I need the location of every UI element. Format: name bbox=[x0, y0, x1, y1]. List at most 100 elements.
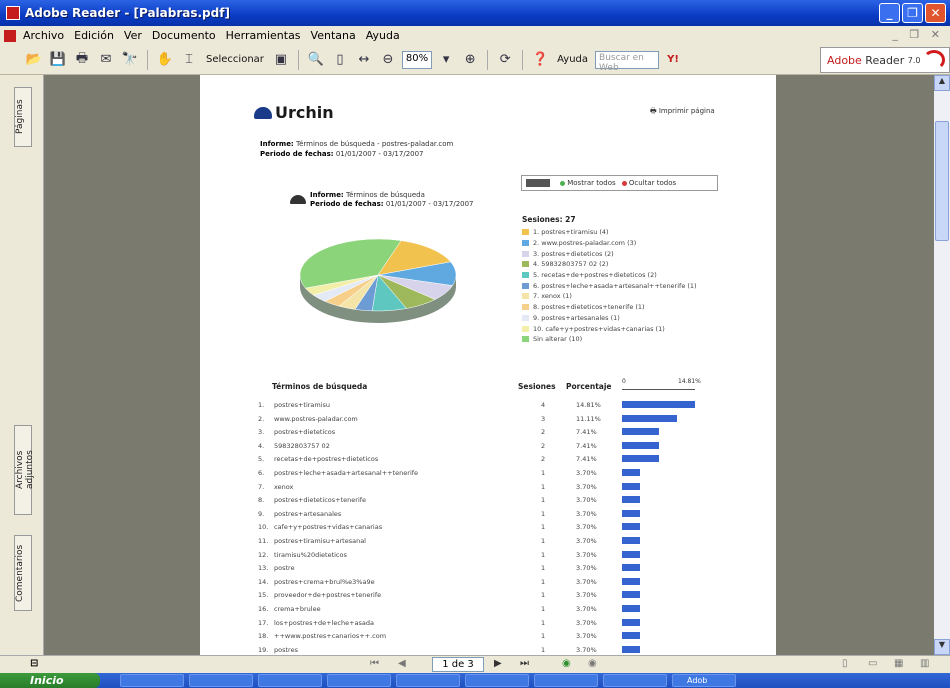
term-cell[interactable]: postres+artesanales bbox=[274, 510, 341, 518]
adobe-reader-icon bbox=[6, 6, 20, 20]
help-label[interactable]: Ayuda bbox=[554, 54, 591, 65]
term-cell[interactable]: cafe+y+postres+vidas+canarias bbox=[274, 523, 382, 531]
tab-archivos-adjuntos[interactable]: Archivos adjuntos bbox=[14, 425, 35, 515]
page-indicator[interactable]: 1 de 3 bbox=[432, 657, 484, 672]
taskbar-task[interactable] bbox=[534, 674, 598, 687]
go-forward-icon[interactable]: ◉ bbox=[588, 658, 597, 669]
scroll-up-arrow-icon[interactable]: ▲ bbox=[934, 75, 950, 91]
term-cell[interactable]: xenox bbox=[274, 483, 293, 491]
print-page-link[interactable]: 🖶 Imprimir página bbox=[650, 107, 715, 118]
yahoo-icon[interactable]: Y! bbox=[663, 50, 683, 70]
chart-toggle-switch[interactable] bbox=[526, 179, 550, 187]
term-cell[interactable]: www.postres-paladar.com bbox=[274, 415, 358, 423]
snapshot-icon[interactable]: ▣ bbox=[271, 50, 291, 70]
menu-ayuda[interactable]: Ayuda bbox=[361, 29, 405, 42]
tab-comentarios[interactable]: Comentarios bbox=[14, 535, 32, 611]
term-cell[interactable]: ++www.postres+canarios++.com bbox=[274, 632, 386, 640]
menu-documento[interactable]: Documento bbox=[147, 29, 221, 42]
taskbar-task[interactable] bbox=[603, 674, 667, 687]
open-icon[interactable]: 📂 bbox=[24, 50, 44, 70]
menu-ver[interactable]: Ver bbox=[119, 29, 147, 42]
facing-view-icon[interactable]: ▦ bbox=[894, 658, 903, 669]
show-all-link[interactable]: Mostrar todos bbox=[567, 179, 615, 187]
zoom-field[interactable]: 80% bbox=[401, 50, 433, 69]
row-index: 3. bbox=[258, 428, 265, 437]
continuous-view-icon[interactable]: ▭ bbox=[868, 658, 877, 669]
start-button[interactable]: Inicio bbox=[0, 673, 100, 688]
term-cell[interactable]: postres+dieteticos bbox=[274, 428, 335, 436]
search-web-field[interactable]: Buscar en Web bbox=[595, 50, 660, 73]
menu-herramientas[interactable]: Herramientas bbox=[221, 29, 306, 42]
print-icon[interactable]: 🖶 bbox=[72, 50, 92, 70]
percent-cell: 3.70% bbox=[576, 591, 597, 600]
select-tool-label[interactable]: Seleccionar bbox=[203, 54, 267, 65]
taskbar-task[interactable] bbox=[327, 674, 391, 687]
find-icon[interactable]: 🔭 bbox=[120, 50, 140, 70]
zoom-dropdown-icon[interactable]: ▾ bbox=[436, 50, 456, 70]
menu-archivo[interactable]: Archivo bbox=[18, 29, 69, 42]
rotate-icon[interactable]: ⟳ bbox=[495, 50, 515, 70]
zoom-out-icon[interactable]: ⊖ bbox=[378, 50, 398, 70]
actual-size-icon[interactable]: ▯ bbox=[330, 50, 350, 70]
hand-tool-icon[interactable]: ✋ bbox=[155, 50, 175, 70]
sessions-cell: 1 bbox=[541, 632, 546, 641]
continuous-facing-view-icon[interactable]: ▥ bbox=[920, 658, 929, 669]
term-cell[interactable]: tiramisu%20dieteticos bbox=[274, 551, 347, 559]
legend-label: Sin alterar (10) bbox=[533, 335, 583, 344]
fit-width-icon[interactable]: ↔ bbox=[354, 50, 374, 70]
help-icon[interactable]: ❓ bbox=[530, 50, 550, 70]
minimize-button[interactable]: _ bbox=[879, 3, 900, 23]
term-cell[interactable]: postres+crema+brul%e3%a9e bbox=[274, 578, 375, 586]
hide-all-link[interactable]: Ocultar todos bbox=[629, 179, 676, 187]
go-back-icon[interactable]: ◉ bbox=[562, 658, 571, 669]
taskbar-task[interactable] bbox=[258, 674, 322, 687]
previous-page-icon[interactable]: ◀ bbox=[398, 658, 406, 669]
zoom-tool-icon[interactable]: 🔍 bbox=[306, 50, 326, 70]
document-area[interactable]: Urchin 🖶 Imprimir página Informe: Términ… bbox=[44, 75, 934, 655]
taskbar: Inicio Adob bbox=[0, 673, 950, 688]
term-cell[interactable]: postres+leche+asada+artesanal++tenerife bbox=[274, 469, 418, 477]
term-cell[interactable]: crema+brulee bbox=[274, 605, 321, 613]
term-cell[interactable]: los+postres+de+leche+asada bbox=[274, 619, 374, 627]
tab-paginas[interactable]: Páginas bbox=[14, 87, 32, 147]
term-cell[interactable]: postre bbox=[274, 564, 295, 572]
menu-ventana[interactable]: Ventana bbox=[306, 29, 361, 42]
brand-product: Reader bbox=[865, 53, 905, 67]
term-cell[interactable]: postres+tiramisu bbox=[274, 401, 330, 409]
menu-edicion[interactable]: Edición bbox=[69, 29, 119, 42]
scroll-down-arrow-icon[interactable]: ▼ bbox=[934, 639, 950, 655]
zoom-in-icon[interactable]: ⊕ bbox=[460, 50, 480, 70]
taskbar-task[interactable] bbox=[120, 674, 184, 687]
term-cell[interactable]: postres+tiramisu+artesanal bbox=[274, 537, 366, 545]
scroll-thumb[interactable] bbox=[935, 121, 949, 241]
single-page-view-icon[interactable]: ▯ bbox=[842, 658, 848, 669]
taskbar-task[interactable] bbox=[465, 674, 529, 687]
restore-button[interactable]: ❐ bbox=[902, 3, 923, 23]
status-pin-icon[interactable]: ⊟ bbox=[30, 658, 38, 669]
save-icon[interactable]: 💾 bbox=[48, 50, 68, 70]
legend-swatch bbox=[522, 272, 529, 279]
sessions-total: Sesiones: 27 bbox=[522, 215, 576, 224]
mdi-controls[interactable]: _ ❐ ✕ bbox=[892, 28, 944, 41]
term-cell[interactable]: recetas+de+postres+dieteticos bbox=[274, 455, 378, 463]
legend-item: 2. www.postres-paladar.com (3) bbox=[522, 238, 697, 249]
email-icon[interactable]: ✉ bbox=[96, 50, 116, 70]
vertical-scrollbar[interactable]: ▲ ▼ bbox=[934, 75, 950, 655]
sessions-cell: 2 bbox=[541, 455, 546, 464]
term-cell[interactable]: proveedor+de+postres+tenerife bbox=[274, 591, 381, 599]
sessions-cell: 1 bbox=[541, 591, 546, 600]
next-page-icon[interactable]: ▶ bbox=[494, 658, 502, 669]
first-page-icon[interactable]: ⏮ bbox=[370, 658, 379, 669]
taskbar-task[interactable]: Adob bbox=[672, 674, 736, 687]
term-cell[interactable]: postres bbox=[274, 646, 298, 654]
close-button[interactable]: ✕ bbox=[925, 3, 946, 23]
percent-bar bbox=[622, 537, 641, 544]
term-cell[interactable]: postres+dieteticos+tenerife bbox=[274, 496, 366, 504]
select-tool-icon[interactable]: ⌶ bbox=[179, 50, 199, 70]
last-page-icon[interactable]: ⏭ bbox=[520, 658, 529, 669]
term-cell[interactable]: 59832803757 02 bbox=[274, 442, 330, 450]
sessions-cell: 1 bbox=[541, 509, 546, 518]
taskbar-task[interactable] bbox=[189, 674, 253, 687]
taskbar-task[interactable] bbox=[396, 674, 460, 687]
chart-info-value: Términos de búsqueda bbox=[345, 191, 425, 199]
